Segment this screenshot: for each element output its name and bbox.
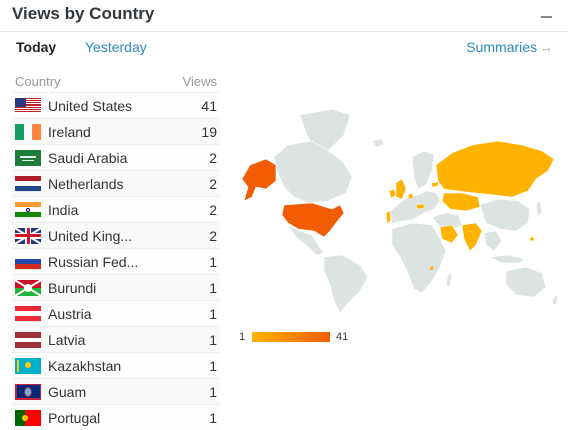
portugal-flag-icon	[15, 409, 41, 426]
arrow-right-icon: →	[539, 39, 553, 55]
table-row: United States 41	[12, 92, 220, 118]
table-row: Guam 1	[12, 378, 220, 404]
saudi-arabia-flag-icon	[15, 149, 41, 166]
guam-flag-icon	[15, 383, 41, 400]
country-name: Portugal	[48, 409, 101, 426]
table-row: Kazakhstan 1	[12, 352, 220, 378]
country-name: Russian Fed...	[48, 253, 139, 270]
country-name: Kazakhstan	[48, 357, 122, 374]
views-count: 1	[209, 331, 217, 348]
map-land-japan	[535, 200, 543, 218]
table-row: India 2	[12, 196, 220, 222]
column-views: Views	[182, 73, 217, 89]
views-count: 1	[209, 253, 217, 270]
summaries-label: Summaries	[466, 39, 537, 55]
views-count: 41	[201, 97, 217, 114]
table-row: Netherlands 2	[12, 170, 220, 196]
table-header: Country Views	[12, 70, 220, 92]
table-row: United King... 2	[12, 222, 220, 248]
table-row: Portugal 1	[12, 404, 220, 430]
views-count: 1	[209, 305, 217, 322]
country-table: Country Views United States 41 Ireland 19 Sa…	[12, 70, 220, 430]
table-row: Saudi Arabia 2	[12, 144, 220, 170]
country-name: Latvia	[48, 331, 86, 348]
legend-min-label: 1	[239, 331, 246, 343]
header-divider	[0, 31, 568, 32]
summaries-link[interactable]: Summaries →	[466, 39, 553, 55]
map-land-russia	[435, 140, 555, 198]
country-name: United King...	[48, 227, 133, 244]
map-land-south-america	[323, 254, 369, 314]
table-row: Ireland 19	[12, 118, 220, 144]
map-land-canada	[273, 140, 353, 204]
country-name: United States	[48, 97, 133, 114]
collapse-icon[interactable]	[541, 16, 552, 18]
ireland-flag-icon	[15, 123, 41, 140]
map-land-guam	[530, 237, 534, 241]
table-row: Russian Fed... 1	[12, 248, 220, 274]
views-count: 1	[209, 279, 217, 296]
country-name: Netherlands	[48, 175, 124, 192]
burundi-flag-icon	[15, 279, 41, 296]
map-land-southeast-asia	[483, 230, 503, 252]
table-row: Austria 1	[12, 300, 220, 326]
views-count: 2	[209, 175, 217, 192]
map-land-netherlands	[407, 192, 414, 200]
map-land-new-zealand	[551, 294, 559, 306]
views-count: 1	[209, 409, 217, 426]
views-count: 2	[209, 201, 217, 218]
map-land-australia	[505, 266, 547, 298]
column-country: Country	[15, 73, 61, 89]
map-land-china	[479, 198, 531, 232]
views-count: 2	[209, 227, 217, 244]
tab-today[interactable]: Today	[16, 39, 56, 55]
world-map	[241, 108, 559, 314]
legend-max-label: 41	[336, 331, 349, 343]
views-count: 1	[209, 357, 217, 374]
map-land-kazakhstan	[441, 192, 481, 212]
kazakhstan-flag-icon	[15, 357, 41, 374]
widget-title: Views by Country	[12, 4, 155, 23]
country-name: Ireland	[48, 123, 91, 140]
austria-flag-icon	[15, 305, 41, 322]
country-name: India	[48, 201, 79, 218]
map-land-latvia	[431, 181, 439, 188]
map-land-africa	[391, 222, 447, 294]
map-land-uk	[395, 178, 407, 200]
country-name: Guam	[48, 383, 87, 400]
views-count: 1	[209, 383, 217, 400]
us-flag-icon	[15, 97, 41, 114]
map-land-austria	[415, 203, 425, 210]
latvia-flag-icon	[15, 331, 41, 348]
map-land-madagascar	[445, 272, 453, 288]
map-land-scandinavia	[411, 150, 435, 190]
map-land-ireland	[388, 188, 397, 199]
map-land-india	[461, 222, 483, 252]
views-count: 19	[201, 123, 217, 140]
netherlands-flag-icon	[15, 175, 41, 192]
country-name: Saudi Arabia	[48, 149, 128, 166]
map-land-iceland	[371, 138, 385, 148]
uk-flag-icon	[15, 227, 41, 244]
map-land-usa	[281, 202, 345, 238]
russia-flag-icon	[15, 253, 41, 270]
india-flag-icon	[15, 201, 41, 218]
country-name: Austria	[48, 305, 92, 322]
map-land-alaska	[241, 158, 277, 202]
legend-gradient-bar	[252, 332, 330, 342]
country-name: Burundi	[48, 279, 97, 296]
table-row: Burundi 1	[12, 274, 220, 300]
views-count: 2	[209, 149, 217, 166]
map-land-indonesia	[489, 254, 525, 264]
table-row: Latvia 1	[12, 326, 220, 352]
tab-yesterday[interactable]: Yesterday	[85, 39, 147, 55]
